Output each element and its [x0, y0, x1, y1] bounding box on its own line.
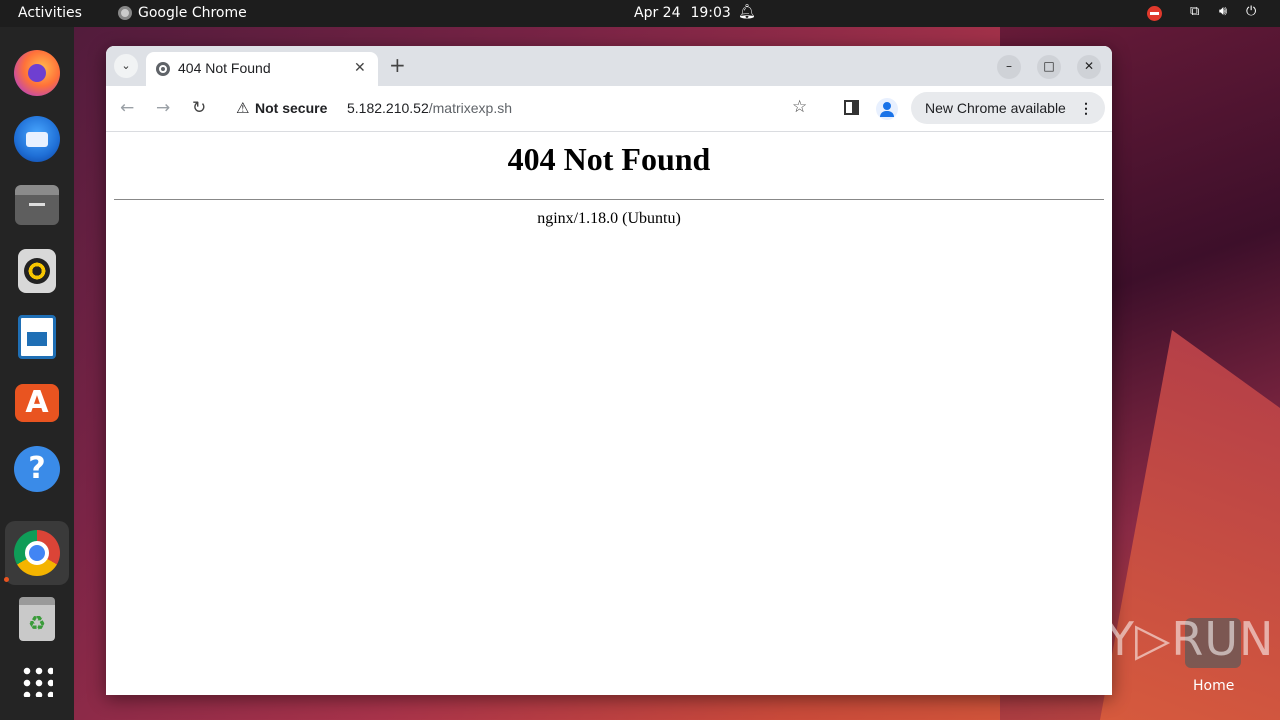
notification-bell-icon[interactable]: 🔔︎: [738, 4, 756, 20]
side-panel-icon[interactable]: [844, 100, 859, 115]
dock-rhythmbox[interactable]: [5, 239, 69, 303]
top-bar: Activities Google Chrome Apr 24 19:03 🔔︎ …: [0, 0, 1280, 27]
clock[interactable]: Apr 24 19:03: [634, 5, 731, 21]
update-chrome-label: New Chrome available: [925, 100, 1066, 116]
profile-icon[interactable]: [876, 98, 898, 120]
dock: A ? ♻: [0, 27, 74, 720]
url-text[interactable]: 5.182.210.52/matrixexp.sh: [347, 100, 512, 116]
security-label[interactable]: Not secure: [255, 100, 327, 116]
app-menu[interactable]: Google Chrome: [118, 5, 247, 21]
home-folder-label[interactable]: Home: [1193, 678, 1234, 694]
maximize-button[interactable]: □: [1037, 55, 1061, 79]
new-tab-button[interactable]: +: [389, 53, 406, 77]
activities-button[interactable]: Activities: [18, 5, 82, 21]
warning-icon[interactable]: ⚠: [236, 99, 249, 117]
toolbar: ← → ↻ ⚠ Not secure 5.182.210.52/matrixex…: [106, 86, 1112, 132]
url-path: /matrixexp.sh: [428, 100, 512, 116]
globe-icon: [156, 62, 170, 76]
close-window-button[interactable]: ✕: [1077, 55, 1101, 79]
bookmark-star-icon[interactable]: ☆: [792, 97, 807, 117]
software-store-icon: A: [15, 384, 59, 422]
tab-search-button[interactable]: ⌄: [114, 54, 138, 78]
chrome-window: ⌄ 404 Not Found ✕ + – □ ✕ ← → ↻ ⚠ Not se…: [106, 46, 1112, 695]
back-button[interactable]: ←: [120, 98, 134, 118]
show-apps-button[interactable]: [5, 649, 69, 713]
dock-help[interactable]: ?: [5, 437, 69, 501]
rhythmbox-icon: [18, 249, 56, 293]
forward-button[interactable]: →: [156, 98, 170, 118]
page-content: 404 Not Found nginx/1.18.0 (Ubuntu): [106, 133, 1112, 695]
clock-time: 19:03: [690, 5, 731, 21]
dock-firefox[interactable]: [5, 41, 69, 105]
tab-title: 404 Not Found: [178, 60, 271, 76]
dock-writer[interactable]: [5, 305, 69, 369]
server-signature: nginx/1.18.0 (Ubuntu): [537, 210, 681, 227]
writer-icon: [18, 315, 56, 359]
running-indicator: [4, 577, 9, 582]
apps-grid-icon: [21, 665, 53, 697]
chrome-icon: [14, 530, 60, 576]
dock-chrome[interactable]: [5, 521, 69, 585]
watermark: ANY▷RUN: [1038, 612, 1275, 666]
power-icon[interactable]: ⏻: [1246, 4, 1256, 19]
minimize-button[interactable]: –: [997, 55, 1021, 79]
files-icon: [15, 185, 59, 225]
divider: [114, 199, 1104, 200]
clock-date: Apr 24: [634, 5, 681, 21]
close-tab-icon[interactable]: ✕: [354, 60, 366, 76]
url-host: 5.182.210.52: [347, 100, 429, 116]
do-not-disturb-icon[interactable]: [1147, 6, 1162, 21]
update-chrome-button[interactable]: New Chrome available ⋮: [911, 92, 1105, 124]
kebab-menu-icon[interactable]: ⋮: [1079, 92, 1093, 124]
network-icon[interactable]: ⧉: [1190, 4, 1199, 19]
tab-active[interactable]: 404 Not Found ✕: [146, 52, 378, 86]
app-menu-label: Google Chrome: [138, 5, 247, 21]
page-title: 404 Not Found: [507, 141, 711, 177]
chrome-icon: [118, 6, 132, 20]
help-icon: ?: [14, 446, 60, 492]
thunderbird-icon: [14, 116, 60, 162]
dock-trash[interactable]: ♻: [5, 587, 69, 651]
dock-software[interactable]: A: [5, 371, 69, 435]
tab-strip: ⌄ 404 Not Found ✕ + – □ ✕: [106, 46, 1112, 86]
firefox-icon: [14, 50, 60, 96]
dock-files[interactable]: [5, 173, 69, 237]
reload-button[interactable]: ↻: [192, 98, 206, 118]
volume-icon[interactable]: 🔊︎: [1219, 4, 1227, 19]
trash-icon: ♻: [19, 597, 55, 641]
dock-thunderbird[interactable]: [5, 107, 69, 171]
address-bar[interactable]: ⚠ Not secure 5.182.210.52/matrixexp.sh: [226, 92, 824, 126]
